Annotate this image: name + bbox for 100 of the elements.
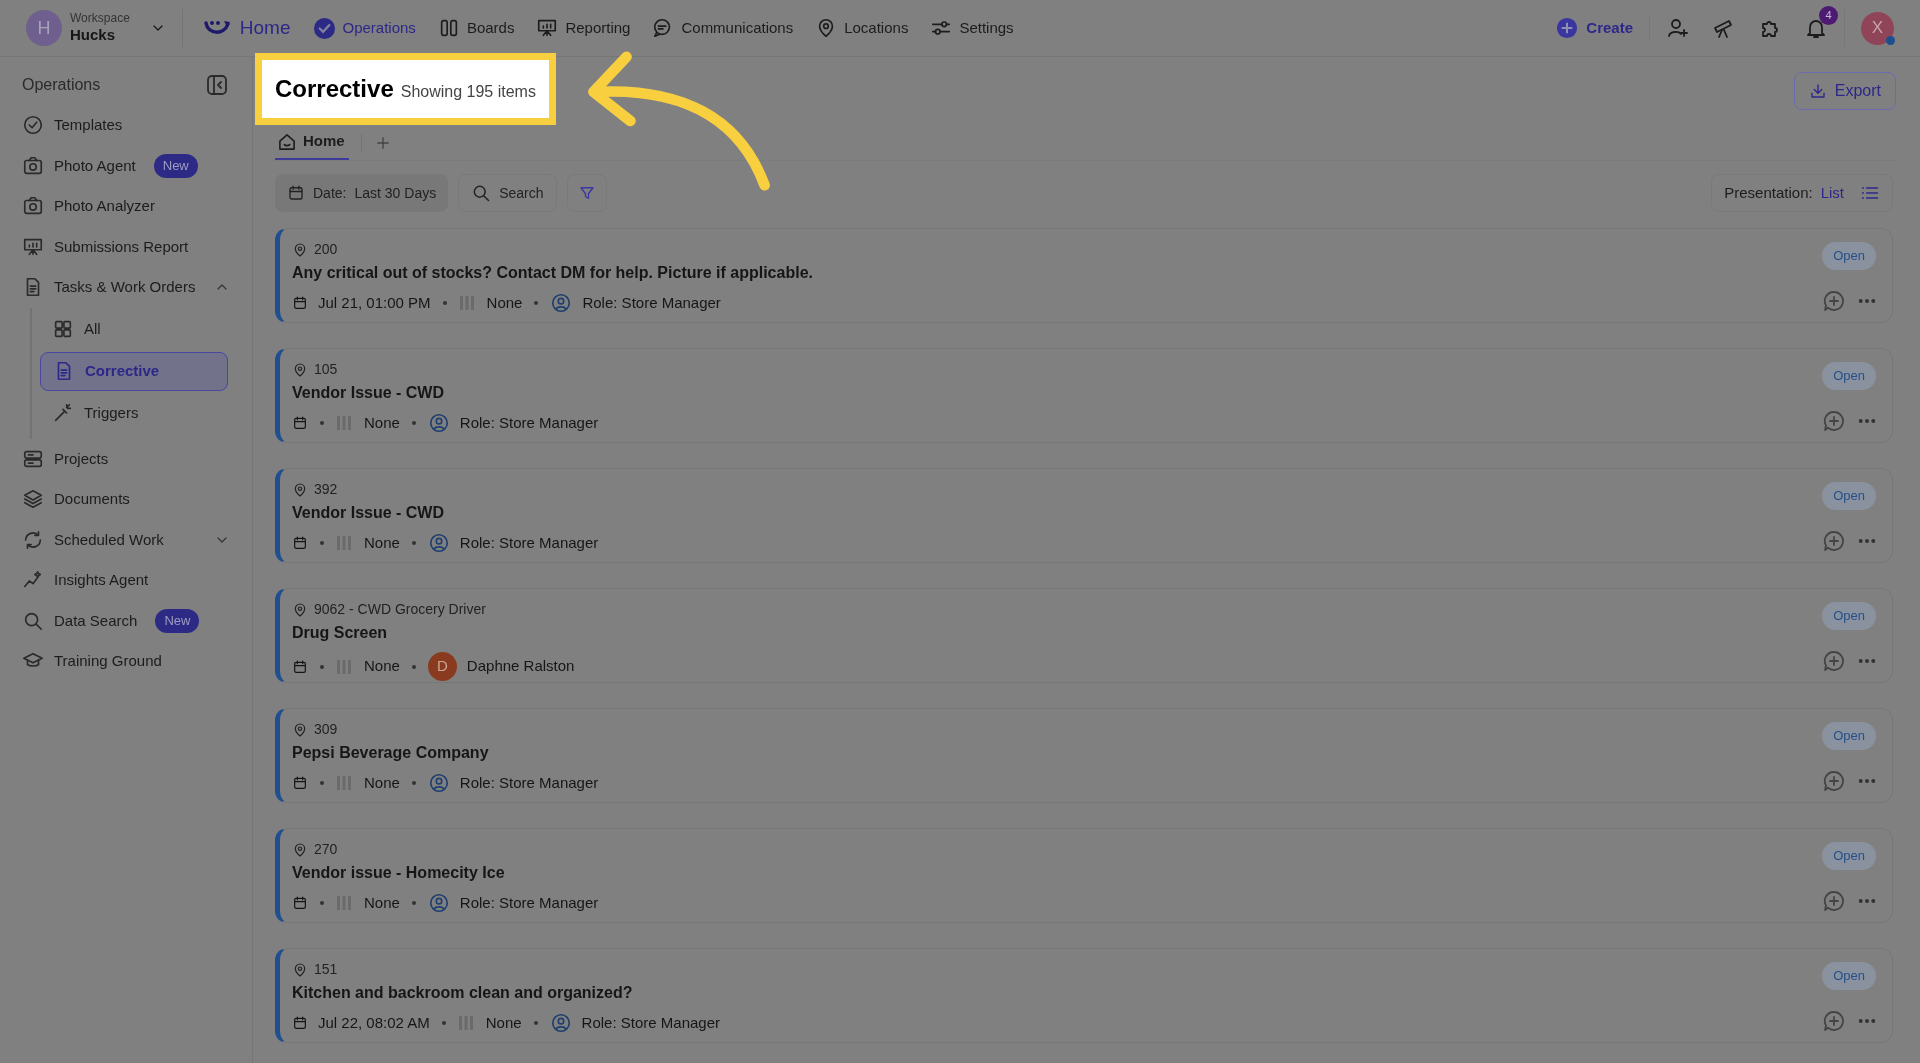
add-comment-icon[interactable] (1822, 529, 1846, 553)
date-filter[interactable]: Date: Last 30 Days (275, 174, 449, 212)
priority-label: None (485, 1013, 522, 1033)
location-pin-icon (292, 361, 308, 378)
workspace-switcher[interactable]: H Workspace Hucks (26, 9, 183, 47)
location-label: 151 (314, 960, 338, 979)
check-circle-icon (312, 16, 336, 40)
more-options-icon[interactable] (1858, 298, 1876, 304)
nav-link[interactable]: Settings (930, 16, 1014, 40)
sidebar-item[interactable]: Tasks & Work Orders (22, 267, 230, 308)
user-circle-icon (427, 532, 450, 555)
sidebar-item[interactable]: Photo Agent New (22, 145, 230, 186)
task-card[interactable]: 270 Vendor issue - Homecity Ice None Role: Store Manager Open (275, 828, 1893, 923)
calendar-icon (292, 658, 308, 675)
task-card[interactable]: 392 Vendor Issue - CWD None Role: Store Manager Open (275, 468, 1893, 563)
sidebar-item[interactable]: Training Ground (22, 641, 230, 682)
grid-icon (52, 318, 74, 340)
assignee-label: Role: Store Manager (582, 293, 721, 313)
add-comment-icon[interactable] (1822, 889, 1846, 913)
calendar-icon (292, 295, 308, 312)
task-card[interactable]: 9062 - CWD Grocery Driver Drug Screen None D Daphne Ralston Open (275, 588, 1893, 683)
refresh-icon (22, 528, 44, 551)
nav-link[interactable]: Operations (312, 16, 416, 40)
sidebar-item[interactable]: Photo Analyzer (22, 186, 230, 227)
task-card[interactable]: 200 Any critical out of stocks? Contact DM for help. Picture if applicable. Jul 21, 01:00 PM None Role: Store Manager Open (275, 228, 1893, 323)
user-avatar[interactable]: X (1861, 11, 1894, 45)
collapse-sidebar-icon[interactable] (205, 73, 229, 97)
workspace-avatar: H (26, 10, 62, 46)
location-pin-icon (292, 601, 308, 618)
task-card[interactable]: 309 Pepsi Beverage Company None Role: Store Manager Open (275, 708, 1893, 803)
search-icon (471, 183, 492, 203)
layers-icon (22, 488, 44, 511)
task-title: Vendor Issue - CWD (292, 383, 446, 403)
more-options-icon[interactable] (1858, 658, 1876, 664)
location-pin-icon (292, 961, 308, 978)
create-button[interactable]: Create (1556, 16, 1650, 40)
presentation-icon (536, 17, 559, 39)
export-button[interactable]: Export (1793, 72, 1896, 110)
nav-link[interactable]: Communications (652, 16, 794, 40)
camera-icon (22, 154, 44, 177)
add-comment-icon[interactable] (1822, 1009, 1846, 1033)
location-label: 200 (314, 240, 338, 259)
more-options-icon[interactable] (1858, 538, 1876, 544)
filter-button[interactable] (566, 174, 607, 212)
more-options-icon[interactable] (1858, 1018, 1876, 1024)
add-user-icon[interactable] (1666, 16, 1690, 40)
more-options-icon[interactable] (1858, 778, 1876, 784)
priority-label: None (364, 533, 400, 553)
sidebar-item[interactable]: Submissions Report (22, 226, 230, 267)
sidebar-item[interactable]: Documents (22, 479, 230, 520)
search-button[interactable]: Search (458, 174, 557, 212)
plus-circle-icon (1556, 17, 1579, 39)
presentation-selector[interactable]: Presentation: List (1711, 174, 1893, 212)
task-title: Kitchen and backroom clean and organized? (292, 983, 634, 1003)
calendar-icon (292, 1015, 308, 1032)
calendar-icon (292, 415, 308, 432)
more-options-icon[interactable] (1858, 898, 1876, 904)
add-comment-icon[interactable] (1822, 289, 1846, 313)
sidebar-item[interactable]: Templates (22, 105, 230, 146)
calendar-icon (292, 775, 308, 792)
task-card[interactable]: 151 Kitchen and backroom clean and organized? Jul 22, 08:02 AM None Role: Store Manager Open (275, 948, 1893, 1043)
assignee-label: Role: Store Manager (459, 533, 599, 553)
nav-link[interactable]: Boards (437, 16, 515, 40)
page-title: Corrective (275, 74, 394, 104)
new-badge: New (155, 609, 200, 633)
sidebar-item[interactable]: Data Search New (22, 600, 230, 641)
sidebar-item[interactable]: Projects (22, 438, 230, 479)
assignee-avatar: D (427, 652, 457, 681)
user-circle-icon (427, 412, 450, 435)
add-comment-icon[interactable] (1822, 649, 1846, 673)
priority-label: None (486, 293, 523, 313)
task-card[interactable]: 105 Vendor Issue - CWD None Role: Store Manager Open (275, 348, 1893, 443)
sidebar-item[interactable]: All (40, 309, 228, 349)
priority-label: None (364, 656, 400, 677)
task-title: Drug Screen (292, 623, 389, 643)
sidebar-item[interactable]: Scheduled Work (22, 519, 230, 560)
calendar-icon (292, 535, 308, 552)
status-badge: Open (1822, 722, 1876, 750)
home-icon (279, 133, 295, 150)
check-circle-icon (22, 114, 44, 137)
status-badge: Open (1822, 962, 1876, 990)
sidebar-item[interactable]: Triggers (40, 393, 228, 433)
task-title: Vendor issue - Homecity Ice (292, 863, 506, 883)
location-label: 392 (314, 480, 338, 499)
sidebar-item[interactable]: Corrective (40, 351, 228, 391)
add-comment-icon[interactable] (1822, 769, 1846, 793)
user-circle-icon (550, 292, 573, 315)
filter-icon (577, 184, 596, 202)
home-link[interactable]: Home (202, 13, 291, 43)
add-comment-icon[interactable] (1822, 409, 1846, 433)
view-tab[interactable]: Home (275, 125, 349, 160)
nav-link[interactable]: Locations (815, 16, 909, 40)
location-label: 270 (314, 840, 338, 859)
nav-link[interactable]: Reporting (536, 16, 631, 40)
status-badge: Open (1822, 482, 1876, 510)
location-pin-icon (292, 241, 308, 258)
more-options-icon[interactable] (1858, 418, 1876, 424)
sidebar-item[interactable]: Insights Agent (22, 560, 230, 601)
status-badge: Open (1822, 362, 1876, 390)
status-badge: Open (1822, 842, 1876, 870)
